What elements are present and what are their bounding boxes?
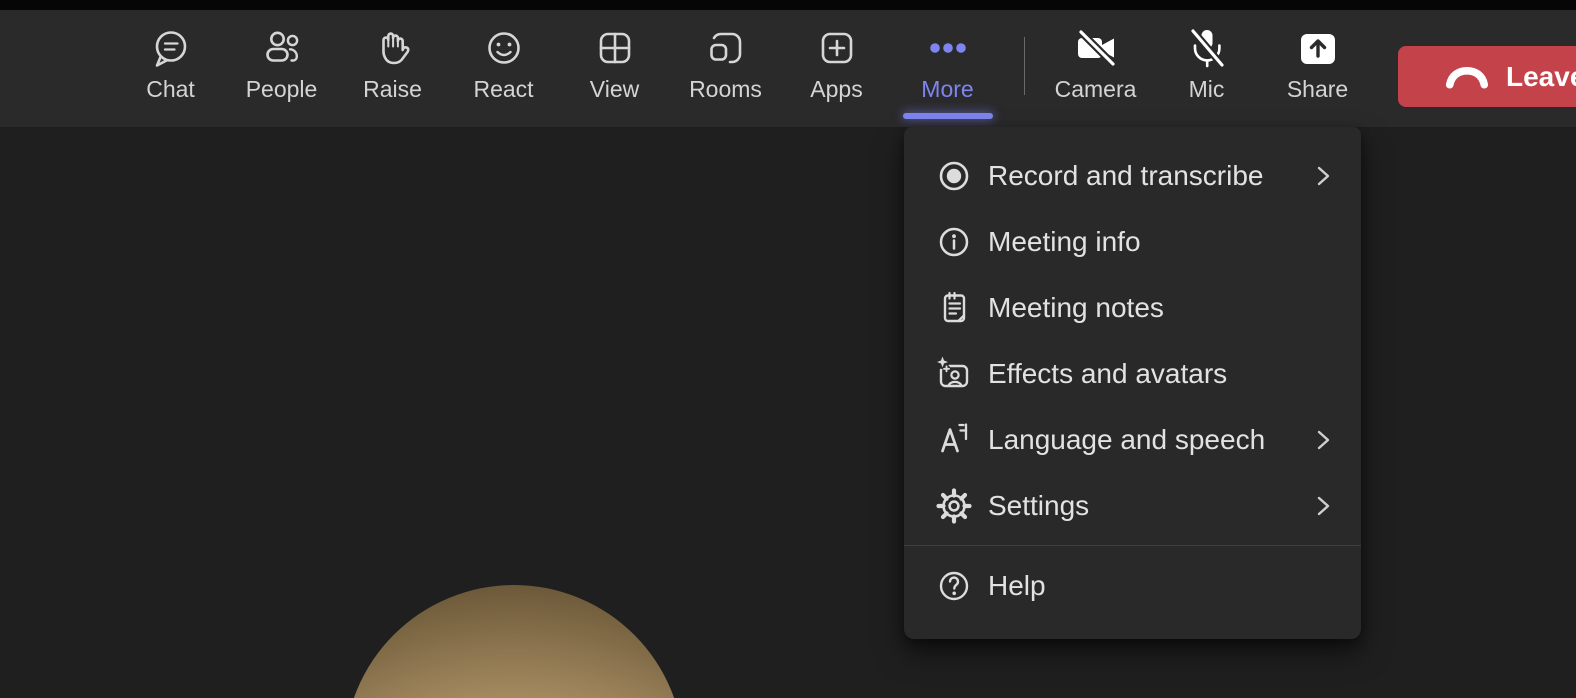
settings-gear-icon	[934, 486, 974, 526]
toolbar-item-label: Camera	[1054, 76, 1137, 102]
notes-icon	[934, 288, 974, 328]
language-speech-icon	[934, 420, 974, 460]
window-top-strip	[0, 0, 1576, 10]
leave-button[interactable]: Leave	[1398, 46, 1576, 107]
toolbar-item-more[interactable]: More	[892, 10, 1003, 127]
toolbar-item-raise[interactable]: Raise	[337, 10, 448, 127]
camera-off-icon	[1073, 25, 1119, 71]
effects-avatars-icon	[934, 354, 974, 394]
teams-meeting-window: Chat People Raise React View Rooms Apps More Ca…	[0, 0, 1576, 698]
toolbar-item-label: Mic	[1188, 76, 1225, 102]
record-icon	[934, 156, 974, 196]
toolbar-item-mic[interactable]: Mic	[1151, 10, 1262, 127]
mic-off-icon	[1184, 25, 1230, 71]
info-icon	[934, 222, 974, 262]
toolbar-item-label: View	[589, 76, 640, 102]
toolbar-right-group: Camera Mic Share	[1040, 10, 1373, 127]
toolbar-item-label: Apps	[810, 76, 863, 102]
menu-item-effects-and-avatars[interactable]: Effects and avatars	[904, 341, 1361, 407]
chevron-right-icon	[1311, 428, 1335, 452]
toolbar-item-camera[interactable]: Camera	[1040, 10, 1151, 127]
toolbar-item-label: React	[473, 76, 534, 102]
toolbar-item-chat[interactable]: Chat	[115, 10, 226, 127]
menu-item-meeting-info[interactable]: Meeting info	[904, 209, 1361, 275]
hangup-icon	[1444, 62, 1490, 92]
toolbar-item-share[interactable]: Share	[1262, 10, 1373, 127]
apps-add-icon	[814, 25, 860, 71]
rooms-icon	[703, 25, 749, 71]
leave-button-label: Leave	[1506, 60, 1576, 92]
toolbar-item-label: Rooms	[689, 76, 762, 102]
toolbar-item-rooms[interactable]: Rooms	[670, 10, 781, 127]
people-icon	[259, 25, 305, 71]
menu-item-help[interactable]: Help	[904, 553, 1361, 619]
react-smiley-icon	[481, 25, 527, 71]
view-grid-icon	[592, 25, 638, 71]
participant-video-avatar	[344, 585, 684, 698]
meeting-toolbar: Chat People Raise React View Rooms Apps More Ca…	[0, 10, 1576, 127]
toolbar-item-react[interactable]: React	[448, 10, 559, 127]
more-menu-main-section: Record and transcribe Meeting info Meeting…	[904, 143, 1361, 539]
menu-item-label: Help	[988, 570, 1046, 601]
menu-item-record-and-transcribe[interactable]: Record and transcribe	[904, 143, 1361, 209]
raise-hand-icon	[370, 25, 416, 71]
menu-item-label: Record and transcribe	[988, 160, 1264, 191]
toolbar-item-label: More	[921, 76, 974, 102]
more-options-menu: Record and transcribe Meeting info Meeting…	[904, 127, 1361, 639]
more-menu-footer-section: Help	[904, 553, 1361, 619]
toolbar-item-label: Raise	[363, 76, 422, 102]
chat-icon	[148, 25, 194, 71]
toolbar-item-people[interactable]: People	[226, 10, 337, 127]
menu-item-meeting-notes[interactable]: Meeting notes	[904, 275, 1361, 341]
toolbar-left-group: Chat People Raise React View Rooms Apps More	[115, 10, 1003, 127]
toolbar-item-label: Share	[1286, 76, 1349, 102]
help-icon	[934, 566, 974, 606]
chevron-right-icon	[1311, 164, 1335, 188]
toolbar-divider	[1024, 37, 1025, 95]
menu-item-label: Meeting notes	[988, 292, 1164, 323]
more-dots-icon	[925, 25, 971, 71]
menu-item-label: Meeting info	[988, 226, 1141, 257]
menu-item-label: Effects and avatars	[988, 358, 1228, 389]
share-icon	[1295, 25, 1341, 71]
menu-item-language-and-speech[interactable]: Language and speech	[904, 407, 1361, 473]
menu-item-settings[interactable]: Settings	[904, 473, 1361, 539]
menu-item-label: Language and speech	[988, 424, 1266, 455]
chevron-right-icon	[1311, 494, 1335, 518]
toolbar-item-view[interactable]: View	[559, 10, 670, 127]
menu-divider	[904, 545, 1361, 546]
menu-item-label: Settings	[988, 490, 1090, 521]
toolbar-item-apps[interactable]: Apps	[781, 10, 892, 127]
active-tab-underline	[902, 113, 993, 119]
toolbar-item-label: Chat	[146, 76, 195, 102]
toolbar-item-label: People	[245, 76, 318, 102]
